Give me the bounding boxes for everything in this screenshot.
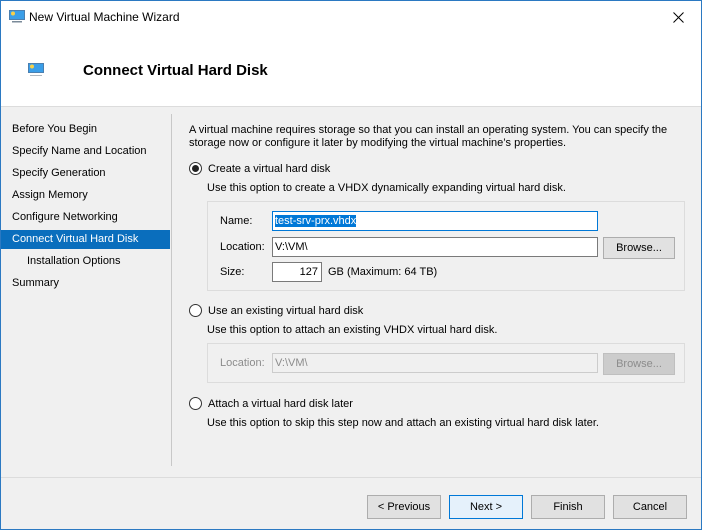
step-specify-generation[interactable]: Specify Generation: [1, 164, 170, 183]
size-label: Size:: [220, 266, 245, 278]
wizard-footer: < Previous Next > Finish Cancel: [1, 477, 701, 531]
radio-existing-label: Use an existing virtual hard disk: [208, 304, 364, 317]
monitor-icon: [28, 63, 44, 80]
previous-button[interactable]: < Previous: [367, 495, 441, 519]
next-button[interactable]: Next >: [449, 495, 523, 519]
page-title: Connect Virtual Hard Disk: [83, 62, 268, 79]
step-summary[interactable]: Summary: [1, 274, 170, 293]
title-bar: New Virtual Machine Wizard: [1, 1, 701, 33]
size-input[interactable]: 127: [272, 262, 322, 282]
close-icon: [672, 11, 684, 23]
intro-text: A virtual machine requires storage so th…: [189, 124, 668, 149]
wizard-steps: Before You Begin Specify Name and Locati…: [1, 108, 171, 466]
radio-attach-later[interactable]: Attach a virtual hard disk later: [189, 397, 353, 410]
step-connect-virtual-hard-disk[interactable]: Connect Virtual Hard Disk: [1, 230, 170, 249]
step-configure-networking[interactable]: Configure Networking: [1, 208, 170, 227]
finish-button[interactable]: Finish: [531, 495, 605, 519]
create-description: Use this option to create a VHDX dynamic…: [207, 182, 566, 194]
name-input[interactable]: test-srv-prx.vhdx: [272, 211, 598, 231]
radio-create-label: Create a virtual hard disk: [208, 162, 331, 175]
location-label: Location:: [220, 241, 265, 253]
radio-selected-dot: [192, 165, 199, 172]
name-label: Name:: [220, 215, 253, 227]
existing-vhd-group: Location: V:\VM\ Browse...: [207, 343, 685, 383]
existing-description: Use this option to attach an existing VH…: [207, 324, 498, 336]
close-button[interactable]: [655, 1, 701, 33]
radio-later-label: Attach a virtual hard disk later: [208, 397, 353, 410]
radio-create-vhd[interactable]: Create a virtual hard disk: [189, 162, 330, 175]
step-specify-name-location[interactable]: Specify Name and Location: [1, 142, 170, 161]
radio-button[interactable]: [189, 304, 202, 317]
sidebar-divider: [171, 114, 172, 466]
step-assign-memory[interactable]: Assign Memory: [1, 186, 170, 205]
existing-location-label: Location:: [220, 357, 265, 369]
cancel-button[interactable]: Cancel: [613, 495, 687, 519]
monitor-icon: [9, 10, 25, 27]
name-input-value: test-srv-prx.vhdx: [275, 215, 357, 227]
radio-button[interactable]: [189, 397, 202, 410]
size-unit-text: GB (Maximum: 64 TB): [328, 266, 438, 278]
step-before-you-begin[interactable]: Before You Begin: [1, 120, 170, 139]
browse-button[interactable]: Browse...: [603, 237, 675, 259]
location-input[interactable]: V:\VM\: [272, 237, 598, 257]
existing-location-input[interactable]: V:\VM\: [272, 353, 598, 373]
later-description: Use this option to skip this step now an…: [207, 417, 599, 429]
create-vhd-group: Name: test-srv-prx.vhdx Location: V:\VM\…: [207, 201, 685, 291]
existing-browse-button[interactable]: Browse...: [603, 353, 675, 375]
radio-button[interactable]: [189, 162, 202, 175]
step-installation-options[interactable]: Installation Options: [1, 252, 170, 271]
wizard-header: Connect Virtual Hard Disk: [1, 33, 701, 107]
wizard-window: New Virtual Machine Wizard Connect Virtu…: [0, 0, 702, 530]
window-title: New Virtual Machine Wizard: [29, 10, 180, 24]
radio-existing-vhd[interactable]: Use an existing virtual hard disk: [189, 304, 363, 317]
